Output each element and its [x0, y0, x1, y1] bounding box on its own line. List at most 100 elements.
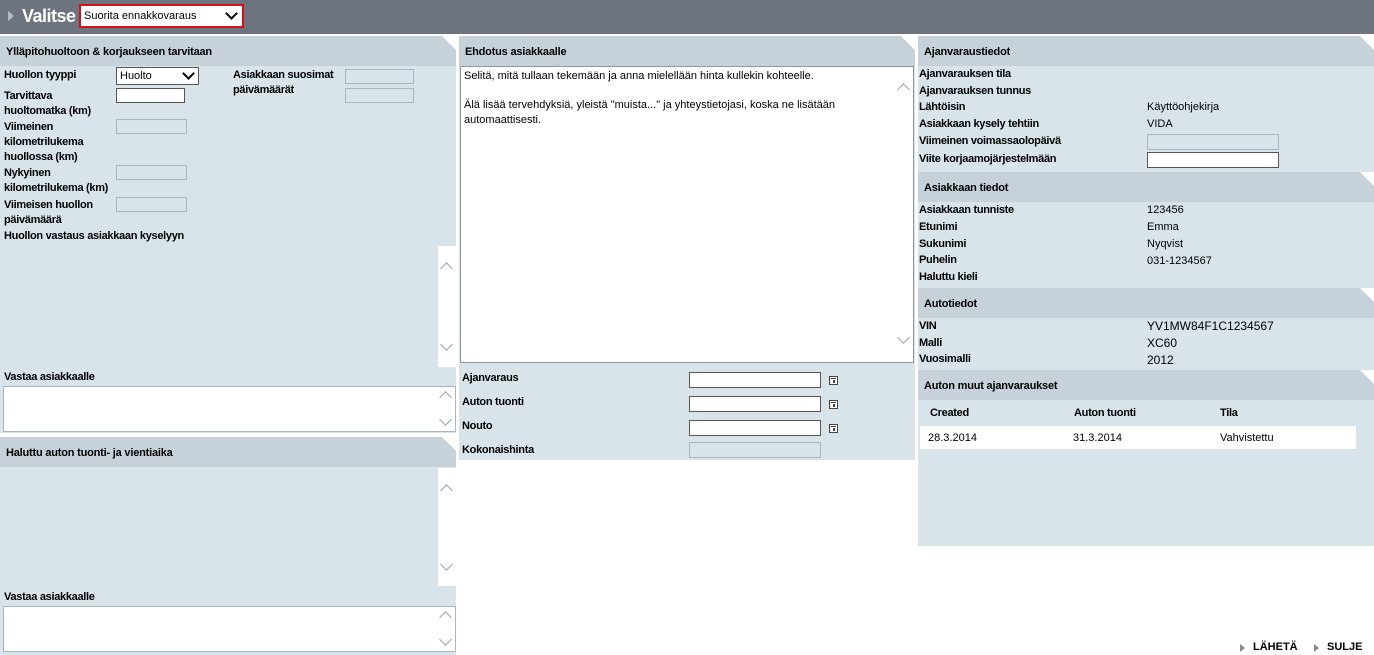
proposal-text-line2: Älä lisää tervehdyksiä, yleistä "muista.… [464, 99, 835, 126]
last-date-label: Viimeisen huollon päivämäärä [4, 199, 93, 226]
calendar-icon[interactable] [829, 424, 838, 433]
required-km-label: Tarvittava huoltomatka (km) [4, 90, 91, 117]
scrollbar[interactable] [438, 468, 456, 586]
close-button[interactable]: SULJE [1327, 641, 1362, 653]
scroll-up-icon[interactable] [440, 484, 453, 497]
last-date-input [116, 197, 187, 212]
pickup-date-input[interactable] [689, 420, 821, 436]
required-km-input[interactable] [116, 88, 185, 103]
scroll-up-icon[interactable] [439, 391, 452, 404]
preferred-date-2 [345, 88, 414, 103]
language-label: Haluttu kieli [919, 271, 978, 283]
reply-textarea[interactable] [3, 386, 456, 432]
scroll-down-icon[interactable] [439, 413, 452, 426]
page-title: Valitse [22, 6, 76, 26]
car-header: Autotiedot [918, 288, 1374, 318]
arrow-right-icon [1314, 644, 1319, 652]
top-bar: Valitse Suorita ennakkovaraus [0, 0, 1374, 34]
delivery-textarea[interactable] [4, 468, 456, 586]
last-name-value: Nyqvist [1147, 238, 1184, 250]
current-km-label: Nykyinen kilometrilukema (km) [4, 167, 109, 194]
col-dropoff: Auton tuonti [1074, 407, 1136, 419]
row-status: Vahvistettu [1220, 432, 1274, 444]
total-price-input [689, 442, 821, 458]
response-label: Huollon vastaus asiakkaan kyselyyn [4, 230, 184, 242]
chevron-down-icon [182, 67, 195, 80]
phone-value: 031-1234567 [1147, 255, 1212, 267]
scrollbar[interactable] [895, 67, 913, 362]
scroll-up-icon[interactable] [897, 83, 910, 96]
preferred-dates-label: Asiakkaan suosimat päivämäärät [233, 69, 334, 96]
service-type-value: Huolto [120, 70, 152, 82]
scroll-down-icon[interactable] [440, 338, 453, 351]
col-created: Created [930, 407, 969, 419]
customer-header: Asiakkaan tiedot [918, 172, 1374, 202]
model-value: XC60 [1147, 336, 1178, 350]
booking-label: Ajanvaraus [462, 372, 519, 384]
ref-input[interactable] [1147, 152, 1279, 168]
vin-label: VIN [919, 320, 937, 332]
other-bookings-header: Auton muut ajanvaraukset [918, 370, 1374, 400]
pickup-label: Nouto [462, 420, 493, 432]
scroll-down-icon[interactable] [440, 558, 453, 571]
calendar-icon[interactable] [829, 400, 838, 409]
scrollbar[interactable] [437, 387, 455, 431]
booking-date-input[interactable] [689, 372, 821, 388]
customer-id-value: 123456 [1147, 204, 1184, 216]
scroll-down-icon[interactable] [439, 633, 452, 646]
arrow-right-icon [1240, 644, 1245, 652]
ref-label: Viite korjaamojärjestelmään [919, 153, 1057, 165]
year-value: 2012 [1147, 353, 1174, 367]
proposal-text-line1: Selitä, mitä tullaan tekemään ja anna mi… [464, 70, 814, 82]
dropoff-label: Auton tuonti [462, 396, 524, 408]
preferred-date-1 [345, 69, 414, 84]
reply-label: Vastaa asiakkaalle [4, 371, 95, 383]
phone-label: Puhelin [919, 254, 957, 266]
first-name-label: Etunimi [919, 221, 958, 233]
row-created: 28.3.2014 [928, 432, 977, 444]
year-label: Vuosimalli [919, 353, 971, 365]
arrow-right-icon [8, 11, 14, 21]
booking-info-header: Ajanvaraustiedot [918, 36, 1374, 66]
service-type-label: Huollon tyyppi [4, 69, 77, 81]
service-type-select[interactable]: Huolto [116, 67, 199, 85]
delivery-reply-textarea[interactable] [3, 606, 456, 652]
send-button[interactable]: LÄHETÄ [1253, 641, 1298, 653]
last-km-input [116, 119, 187, 134]
last-name-label: Sukunimi [919, 238, 967, 250]
last-km-label: Viimeinen kilometrilukema huollossa (km) [4, 121, 84, 163]
booking-status-label: Ajanvarauksen tila [919, 68, 1011, 80]
action-select[interactable]: Suorita ennakkovaraus [79, 4, 244, 28]
calendar-icon[interactable] [829, 376, 838, 385]
scroll-down-icon[interactable] [897, 331, 910, 344]
row-dropoff: 31.3.2014 [1073, 432, 1122, 444]
vin-value: YV1MW84F1C1234567 [1147, 319, 1274, 333]
scrollbar[interactable] [438, 246, 456, 367]
scroll-up-icon[interactable] [439, 611, 452, 624]
response-textarea[interactable] [4, 246, 456, 367]
proposal-header: Ehdotus asiakkaalle [459, 36, 916, 66]
chevron-down-icon [225, 7, 238, 20]
dropoff-date-input[interactable] [689, 396, 821, 412]
total-label: Kokonaishinta [462, 444, 534, 456]
query-value: VIDA [1147, 118, 1173, 130]
expiry-input [1147, 134, 1279, 150]
booking-id-label: Ajanvarauksen tunnus [919, 85, 1031, 97]
query-label: Asiakkaan kysely tehtiin [919, 118, 1039, 130]
first-name-value: Emma [1147, 221, 1179, 233]
col-status: Tila [1220, 407, 1238, 419]
action-select-value: Suorita ennakkovaraus [84, 10, 197, 22]
model-label: Malli [919, 337, 942, 349]
scrollbar[interactable] [437, 607, 455, 651]
delivery-reply-label: Vastaa asiakkaalle [4, 591, 95, 603]
delivery-header: Haluttu auton tuonti- ja vientiaika [0, 437, 457, 467]
table-row[interactable]: 28.3.2014 31.3.2014 Vahvistettu [920, 426, 1356, 449]
source-label: Lähtöisin [919, 101, 966, 113]
maintenance-header: Ylläpitohuoltoon & korjaukseen tarvitaan [0, 36, 457, 66]
current-km-input [116, 165, 187, 180]
source-value: Käyttöohjekirja [1147, 101, 1220, 113]
proposal-textarea[interactable]: Selitä, mitä tullaan tekemään ja anna mi… [460, 66, 914, 363]
expiry-label: Viimeinen voimassaolopäivä [919, 135, 1061, 147]
scroll-up-icon[interactable] [440, 262, 453, 275]
customer-id-label: Asiakkaan tunniste [919, 204, 1014, 216]
